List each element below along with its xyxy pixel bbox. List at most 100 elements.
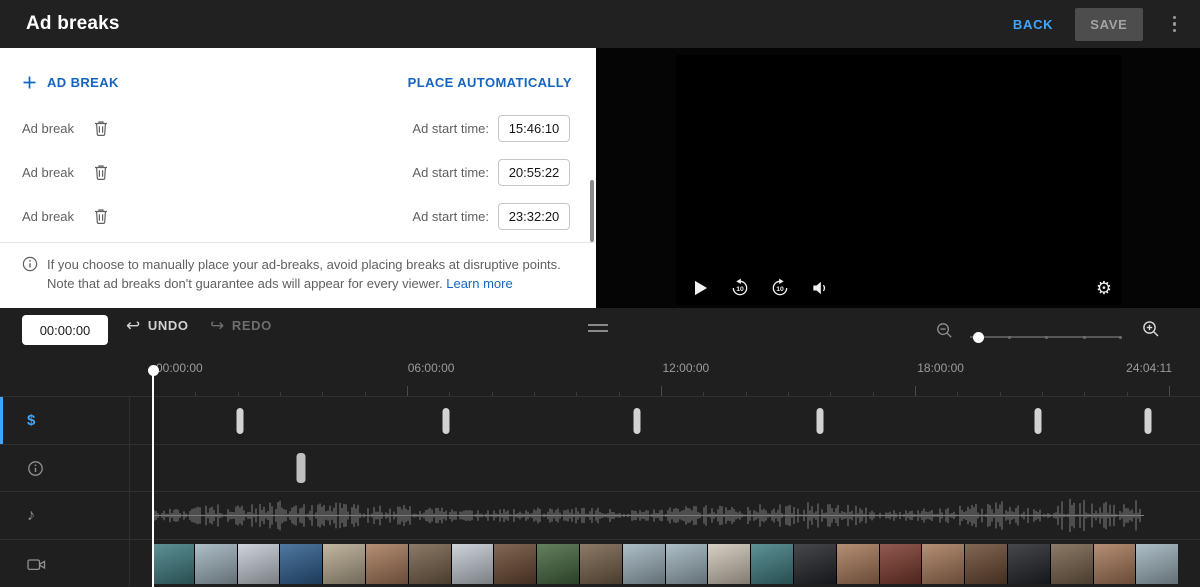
back-button[interactable]: BACK: [1013, 17, 1053, 32]
replay-10-icon: 10: [730, 278, 750, 298]
more-options-icon[interactable]: [1165, 11, 1185, 38]
ad-break-marker[interactable]: [634, 408, 641, 434]
filmstrip-frame: [1094, 544, 1136, 584]
ad-breaks-lane: [152, 397, 1171, 444]
learn-more-link[interactable]: Learn more: [446, 276, 512, 291]
ad-break-label: Ad break: [22, 121, 84, 136]
save-button[interactable]: SAVE: [1075, 8, 1142, 41]
filmstrip-frame: [666, 544, 708, 584]
filmstrip-frame: [366, 544, 408, 584]
ad-break-actions-bar: AD BREAK PLACE AUTOMATICALLY: [0, 48, 596, 106]
gear-icon: ⚙: [1096, 279, 1112, 297]
redo-button[interactable]: ↪ REDO: [210, 317, 272, 334]
ad-breaks-track: $: [0, 397, 1200, 445]
ad-start-time-input[interactable]: 15:46:10: [498, 115, 570, 142]
panel-resize-handle[interactable]: [588, 324, 608, 336]
audio-track-header[interactable]: ♪: [0, 492, 130, 539]
info-lane: [152, 445, 1171, 491]
add-ad-break-label: AD BREAK: [47, 75, 119, 90]
ruler-ticks: [153, 352, 1172, 396]
filmstrip-frame: [195, 544, 237, 584]
ad-break-marker[interactable]: [1034, 408, 1041, 434]
ad-break-label: Ad break: [22, 209, 84, 224]
filmstrip-frame: [1051, 544, 1093, 584]
filmstrip-frame: [837, 544, 879, 584]
video-track-header[interactable]: [0, 540, 130, 587]
info-circle-icon: [27, 460, 44, 477]
ad-start-time-input[interactable]: 20:55:22: [498, 159, 570, 186]
timeline-ruler[interactable]: 00:00:00 06:00:00 12:00:00 18:00:00 24:0…: [0, 352, 1200, 396]
zoom-in-icon: [1142, 320, 1160, 338]
zoom-slider[interactable]: [970, 336, 1120, 338]
volume-button[interactable]: [810, 278, 830, 298]
ruler-content: 00:00:00 06:00:00 12:00:00 18:00:00 24:0…: [153, 352, 1172, 396]
filmstrip-frame: [794, 544, 836, 584]
redo-icon: ↪: [210, 317, 225, 334]
filmstrip-frame: [323, 544, 365, 584]
timeline-toolbar: 00:00:00 ↩ UNDO ↪ REDO: [0, 308, 1200, 352]
delete-ad-break-button[interactable]: [94, 208, 108, 224]
info-note: If you choose to manually place your ad-…: [0, 243, 596, 293]
filmstrip-frame: [965, 544, 1007, 584]
play-icon: [690, 278, 710, 298]
filmstrip-frame: [1008, 544, 1050, 584]
audio-waveform: [152, 492, 1171, 539]
video-frame[interactable]: [676, 55, 1122, 305]
zoom-in-button[interactable]: [1142, 320, 1160, 341]
svg-text:10: 10: [736, 286, 744, 293]
filmstrip-frame: [494, 544, 536, 584]
ad-breaks-panel: AD BREAK PLACE AUTOMATICALLY Ad break Ad…: [0, 48, 596, 308]
ad-start-time-label: Ad start time:: [412, 121, 489, 136]
filmstrip-frame: [623, 544, 665, 584]
forward-10-icon: 10: [770, 278, 790, 298]
filmstrip-frame: [238, 544, 280, 584]
ad-break-marker[interactable]: [443, 408, 450, 434]
header-actions: BACK SAVE: [1013, 8, 1184, 41]
zoom-out-icon: [936, 322, 953, 339]
filmstrip-frame: [880, 544, 922, 584]
ad-breaks-editor: Ad breaks BACK SAVE AD BREAK PLACE AUTOM…: [0, 0, 1200, 587]
playhead[interactable]: [147, 365, 159, 587]
ad-start-time-label: Ad start time:: [412, 209, 489, 224]
place-automatically-button[interactable]: PLACE AUTOMATICALLY: [408, 75, 572, 90]
audio-track-content[interactable]: [130, 492, 1200, 539]
filmstrip-frame: [580, 544, 622, 584]
page-title: Ad breaks: [26, 13, 120, 35]
zoom-slider-knob[interactable]: [973, 332, 984, 343]
forward-10-button[interactable]: 10: [770, 278, 790, 298]
timeline-tracks: $ ♪: [0, 396, 1200, 587]
info-track-header[interactable]: [0, 445, 130, 491]
video-track-content[interactable]: [130, 540, 1200, 587]
undo-button[interactable]: ↩ UNDO: [126, 317, 189, 334]
player-controls: 10 10 ⚙: [690, 278, 1112, 298]
info-marker[interactable]: [296, 453, 305, 483]
settings-button[interactable]: ⚙: [1096, 279, 1112, 297]
delete-ad-break-button[interactable]: [94, 120, 108, 136]
video-player: 10 10 ⚙: [596, 48, 1200, 308]
ad-break-marker[interactable]: [236, 408, 243, 434]
filmstrip-frame: [537, 544, 579, 584]
playhead-time-input[interactable]: 00:00:00: [22, 315, 108, 345]
panel-scrollbar[interactable]: [590, 180, 594, 242]
ad-breaks-track-header[interactable]: $: [0, 397, 130, 444]
zoom-out-button[interactable]: [936, 322, 953, 342]
filmstrip-frame: [922, 544, 964, 584]
rewind-10-button[interactable]: 10: [730, 278, 750, 298]
ad-breaks-track-content[interactable]: [130, 397, 1200, 444]
filmstrip-frame: [751, 544, 793, 584]
ad-start-time-input[interactable]: 23:32:20: [498, 203, 570, 230]
trash-icon: [94, 208, 108, 224]
note-text-block: If you choose to manually place your ad-…: [47, 255, 570, 293]
undo-label: UNDO: [148, 318, 189, 333]
filmstrip-lane: [152, 544, 1178, 584]
volume-icon: [810, 278, 830, 298]
delete-ad-break-button[interactable]: [94, 164, 108, 180]
trash-icon: [94, 120, 108, 136]
ad-break-marker[interactable]: [817, 408, 824, 434]
add-ad-break-button[interactable]: AD BREAK: [22, 75, 119, 90]
info-icon: [22, 256, 38, 272]
ad-break-marker[interactable]: [1144, 408, 1151, 434]
info-track-content[interactable]: [130, 445, 1200, 491]
play-button[interactable]: [690, 278, 710, 298]
dollar-icon: $: [27, 412, 35, 429]
